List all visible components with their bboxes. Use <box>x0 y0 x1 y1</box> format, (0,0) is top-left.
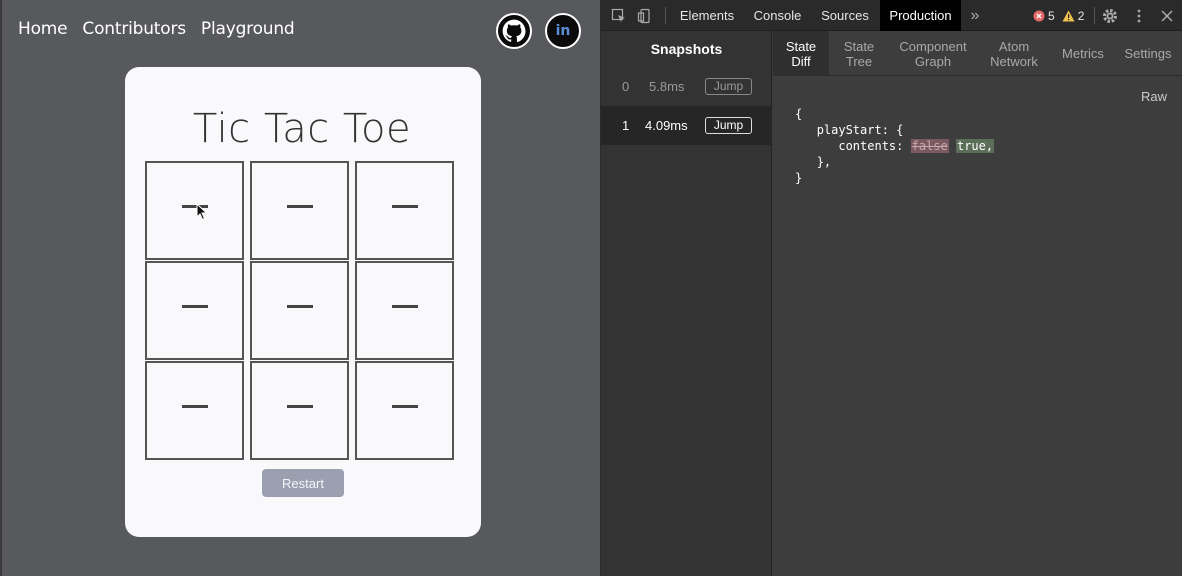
subtab-label: State <box>785 38 817 54</box>
subtab-settings[interactable]: Settings <box>1119 31 1177 76</box>
raw-toggle[interactable]: Raw <box>1141 89 1167 104</box>
empty-cell-dash <box>181 405 208 408</box>
diff-key: playStart: { <box>816 123 904 137</box>
error-icon <box>1033 10 1045 22</box>
subtab-label: Tree <box>845 53 873 69</box>
subtab-label: Component <box>899 38 967 54</box>
diff-brace-close: } <box>795 171 803 185</box>
jump-button[interactable]: Jump <box>705 117 752 134</box>
board-cell-4[interactable] <box>145 261 244 360</box>
snapshot-time: 5.8ms <box>649 79 685 94</box>
diff-field: contents: <box>838 139 904 153</box>
nav-playground[interactable]: Playground <box>201 19 295 39</box>
tab-elements[interactable]: Elements <box>673 0 741 31</box>
toolbar-divider <box>1094 7 1095 24</box>
snapshot-index: 1 <box>622 118 630 133</box>
empty-cell-dash <box>181 305 208 308</box>
empty-cell-dash <box>391 305 418 308</box>
toolbar-divider <box>665 7 666 24</box>
board-cell-2[interactable] <box>250 161 349 260</box>
board-cell-6[interactable] <box>355 261 454 360</box>
diff-removed-value: false <box>910 139 949 153</box>
devtools-toolbar: Elements Console Sources Production » 5 … <box>601 0 1182 31</box>
subtab-label: Graph <box>914 53 952 69</box>
nav-home[interactable]: Home <box>18 19 68 39</box>
restart-button[interactable]: Restart <box>262 469 344 497</box>
snapshot-index: 0 <box>622 79 630 94</box>
empty-cell-dash <box>391 205 418 208</box>
more-tabs-icon[interactable]: » <box>965 0 985 31</box>
board-cell-1[interactable] <box>145 161 244 260</box>
production-subtabs: State Diff State Tree Component Graph Atom N… <box>773 31 1182 76</box>
warning-count: 2 <box>1077 9 1085 23</box>
tab-console[interactable]: Console <box>746 0 809 31</box>
subtab-label: Diff <box>791 53 811 69</box>
close-icon[interactable] <box>1159 8 1175 24</box>
mouse-pointer-icon <box>196 203 208 221</box>
board-cell-8[interactable] <box>250 361 349 460</box>
tab-production[interactable]: Production <box>880 0 961 31</box>
nav-contributors[interactable]: Contributors <box>82 19 186 39</box>
game-board <box>145 161 455 461</box>
inspect-element-icon[interactable] <box>611 8 627 24</box>
board-cell-9[interactable] <box>355 361 454 460</box>
state-diff-panel: State Diff State Tree Component Graph Atom N… <box>773 31 1182 576</box>
subtab-label: Atom <box>998 38 1030 54</box>
snapshot-row-selected[interactable]: 1 4.09ms Jump <box>601 106 772 145</box>
diff-brace-open: { <box>795 107 803 121</box>
subtab-state-tree[interactable]: State Tree <box>831 31 887 76</box>
device-toolbar-icon[interactable] <box>637 8 653 24</box>
app-viewport: Home Contributors Playground in Tic Tac … <box>0 0 600 576</box>
gear-icon[interactable] <box>1102 8 1118 24</box>
kebab-menu-icon[interactable] <box>1131 8 1147 24</box>
snapshot-row[interactable]: 0 5.8ms Jump <box>601 67 772 106</box>
board-cell-7[interactable] <box>145 361 244 460</box>
snapshots-panel: Snapshots 0 5.8ms Jump 1 4.09ms Jump <box>601 31 772 576</box>
empty-cell-dash <box>391 405 418 408</box>
issues-counter[interactable]: 5 2 <box>1033 9 1084 23</box>
subtab-state-diff[interactable]: State Diff <box>773 31 829 76</box>
board-cell-3[interactable] <box>355 161 454 260</box>
github-logo <box>502 19 526 43</box>
subtab-metrics[interactable]: Metrics <box>1053 31 1113 76</box>
empty-cell-dash <box>286 305 313 308</box>
devtools-panel: Elements Console Sources Production » 5 … <box>600 0 1182 576</box>
empty-cell-dash <box>286 405 313 408</box>
error-count: 5 <box>1048 9 1055 23</box>
snapshots-header: Snapshots <box>650 41 723 57</box>
jump-button[interactable]: Jump <box>705 78 752 95</box>
tab-sources[interactable]: Sources <box>815 0 875 31</box>
github-icon[interactable] <box>496 13 532 49</box>
subtab-atom-network[interactable]: Atom Network <box>981 31 1047 76</box>
board-cell-5[interactable] <box>250 261 349 360</box>
diff-added-value: true, <box>955 139 995 153</box>
warning-icon <box>1062 10 1075 22</box>
subtab-component-graph[interactable]: Component Graph <box>891 31 975 76</box>
linkedin-icon[interactable]: in <box>545 13 581 49</box>
linkedin-label: in <box>555 23 571 39</box>
state-diff-view: { playStart: { contents: false true, }, … <box>795 106 995 186</box>
diff-brace-close-inner: }, <box>816 155 832 169</box>
empty-cell-dash <box>286 205 313 208</box>
subtab-label: Network <box>990 53 1038 69</box>
subtab-label: State <box>843 38 875 54</box>
main-nav: Home Contributors Playground <box>18 19 310 39</box>
snapshot-time: 4.09ms <box>645 118 688 133</box>
game-title: Tic Tac Toe <box>192 106 412 152</box>
